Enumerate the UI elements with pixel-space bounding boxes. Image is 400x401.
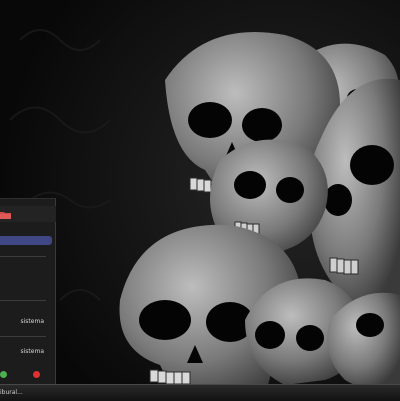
taskbar-item-label[interactable]: ibural... [0, 389, 23, 396]
start-menu [0, 198, 56, 384]
menu-separator [0, 336, 46, 337]
menu-separator [0, 300, 46, 301]
taskbar: ibural... [0, 384, 400, 401]
desktop-wallpaper [0, 0, 400, 400]
menu-item-sistema-1[interactable]: sistema [0, 318, 44, 325]
green-dot-icon[interactable] [0, 371, 7, 378]
menu-separator [0, 256, 46, 257]
folder-icon[interactable] [0, 206, 12, 219]
menu-item-selected[interactable] [0, 236, 52, 245]
red-dot-icon[interactable] [33, 371, 40, 378]
menu-item-sistema-2[interactable]: sistema [0, 348, 44, 355]
